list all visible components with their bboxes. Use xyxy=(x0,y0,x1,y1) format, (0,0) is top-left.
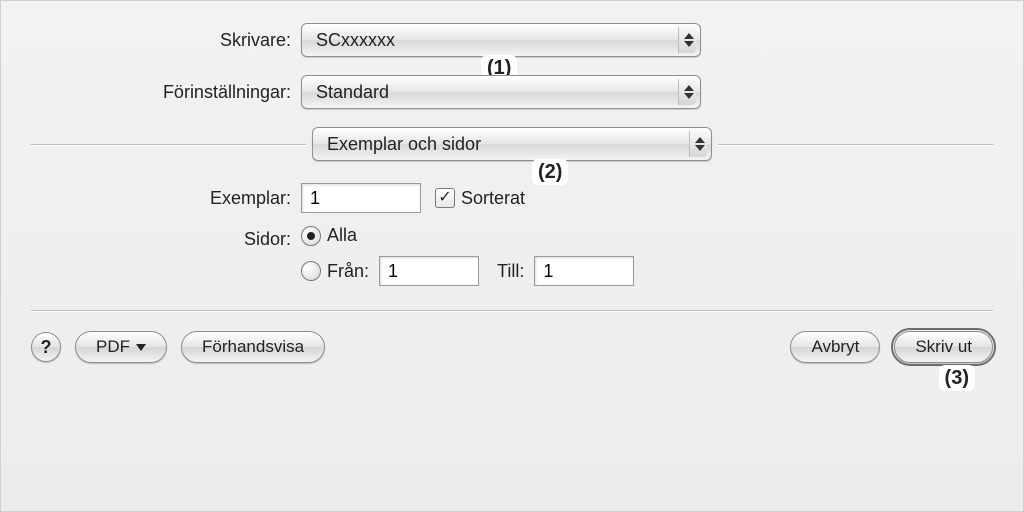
presets-label: Förinställningar: xyxy=(31,82,301,103)
copies-row: Exemplar: ✓ Sorterat xyxy=(31,183,993,213)
updown-arrows-icon xyxy=(689,131,707,157)
updown-arrows-icon xyxy=(678,27,696,53)
printer-label: Skrivare: xyxy=(31,30,301,51)
collated-checkbox[interactable]: ✓ xyxy=(435,188,455,208)
chevron-down-icon xyxy=(136,344,146,351)
pdf-menu-button[interactable]: PDF xyxy=(75,331,167,363)
pages-all-radio[interactable] xyxy=(301,226,321,246)
pages-to-label: Till: xyxy=(497,261,524,282)
panel-popup-value: Exemplar och sidor xyxy=(327,134,481,155)
cancel-button-label: Avbryt xyxy=(811,337,859,357)
pages-to-input[interactable] xyxy=(534,256,634,286)
preview-button[interactable]: Förhandsvisa xyxy=(181,331,325,363)
updown-arrows-icon xyxy=(678,79,696,105)
print-button[interactable]: Skriv ut xyxy=(894,331,993,363)
preview-button-label: Förhandsvisa xyxy=(202,337,304,357)
printer-popup[interactable]: SCxxxxxx xyxy=(301,23,701,57)
pages-all-label: Alla xyxy=(327,225,357,246)
copies-input[interactable] xyxy=(301,183,421,213)
pages-range-radio[interactable] xyxy=(301,261,321,281)
help-button[interactable]: ? xyxy=(31,332,61,362)
check-icon: ✓ xyxy=(438,190,451,206)
printer-popup-value: SCxxxxxx xyxy=(316,30,395,51)
callout-3: (3) xyxy=(939,365,975,391)
panel-popup[interactable]: Exemplar och sidor xyxy=(312,127,712,161)
panel-divider: Exemplar och sidor (2) xyxy=(31,127,993,161)
pdf-button-label: PDF xyxy=(96,337,130,357)
pages-from-label: Från: xyxy=(327,261,369,282)
print-button-label: Skriv ut xyxy=(915,337,972,357)
copies-label: Exemplar: xyxy=(31,188,301,209)
presets-popup[interactable]: Standard xyxy=(301,75,701,109)
pages-row: Sidor: Alla Från: Till: xyxy=(31,225,993,286)
cancel-button[interactable]: Avbryt xyxy=(790,331,880,363)
presets-popup-value: Standard xyxy=(316,82,389,103)
pages-label: Sidor: xyxy=(31,225,301,250)
footer-separator xyxy=(31,310,993,311)
callout-2: (2) xyxy=(532,159,568,185)
help-icon: ? xyxy=(41,337,52,358)
printer-row: Skrivare: SCxxxxxx (1) xyxy=(31,23,993,57)
presets-row: Förinställningar: Standard xyxy=(31,75,993,109)
print-dialog: Skrivare: SCxxxxxx (1) Förinställningar:… xyxy=(0,0,1024,512)
pages-from-input[interactable] xyxy=(379,256,479,286)
radio-dot-icon xyxy=(307,232,315,240)
collated-label: Sorterat xyxy=(461,188,525,209)
footer: ? PDF Förhandsvisa Avbryt Skriv ut (3) xyxy=(31,331,993,363)
